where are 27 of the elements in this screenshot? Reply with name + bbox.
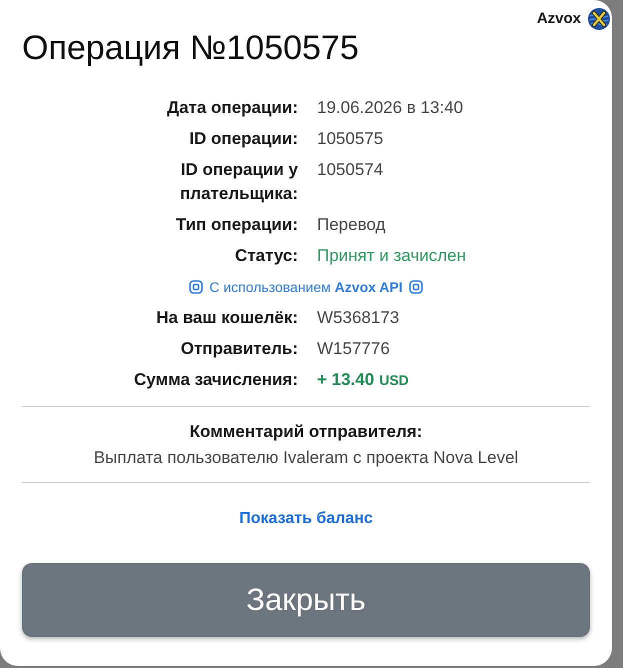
close-button[interactable]: Закрыть xyxy=(22,563,590,637)
chip-icon xyxy=(189,280,204,294)
detail-value: W5368173 xyxy=(317,307,400,329)
detail-label: Статус: xyxy=(234,245,298,267)
chip-icon xyxy=(408,280,423,294)
detail-label: ID операции: xyxy=(188,128,298,150)
detail-value: W157776 xyxy=(317,338,390,360)
comment-heading: Комментарий отправителя: xyxy=(188,421,424,443)
detail-label: На ваш кошелёк: xyxy=(155,307,298,329)
detail-label: Сумма зачисления: xyxy=(133,369,298,391)
api-note: С использованием Azvox API xyxy=(209,278,403,297)
detail-label: Тип операции: xyxy=(174,214,298,236)
detail-value: Перевод xyxy=(317,214,386,236)
status-value: Принят и зачислен xyxy=(317,245,466,267)
detail-label: Отправитель: xyxy=(180,338,298,360)
detail-label: ID операции у плательщика: xyxy=(179,159,298,205)
detail-value: 19.06.2026 в 13:40 xyxy=(317,97,464,119)
currency-code: USD xyxy=(379,371,409,390)
brand-logo-icon xyxy=(588,8,610,30)
detail-label: Дата операции: xyxy=(166,97,298,119)
show-balance-link[interactable]: Показать баланс xyxy=(239,510,373,527)
detail-value: 1050575 xyxy=(317,128,384,150)
comment-text: Выплата пользователю Ivaleram с проекта Nova Level xyxy=(92,447,520,469)
detail-value: 1050574 xyxy=(317,159,384,181)
amount-value: + 13.40 xyxy=(317,369,374,391)
brand-name: Azvox xyxy=(536,10,581,28)
dialog-title: Операция №1050575 xyxy=(22,30,360,66)
